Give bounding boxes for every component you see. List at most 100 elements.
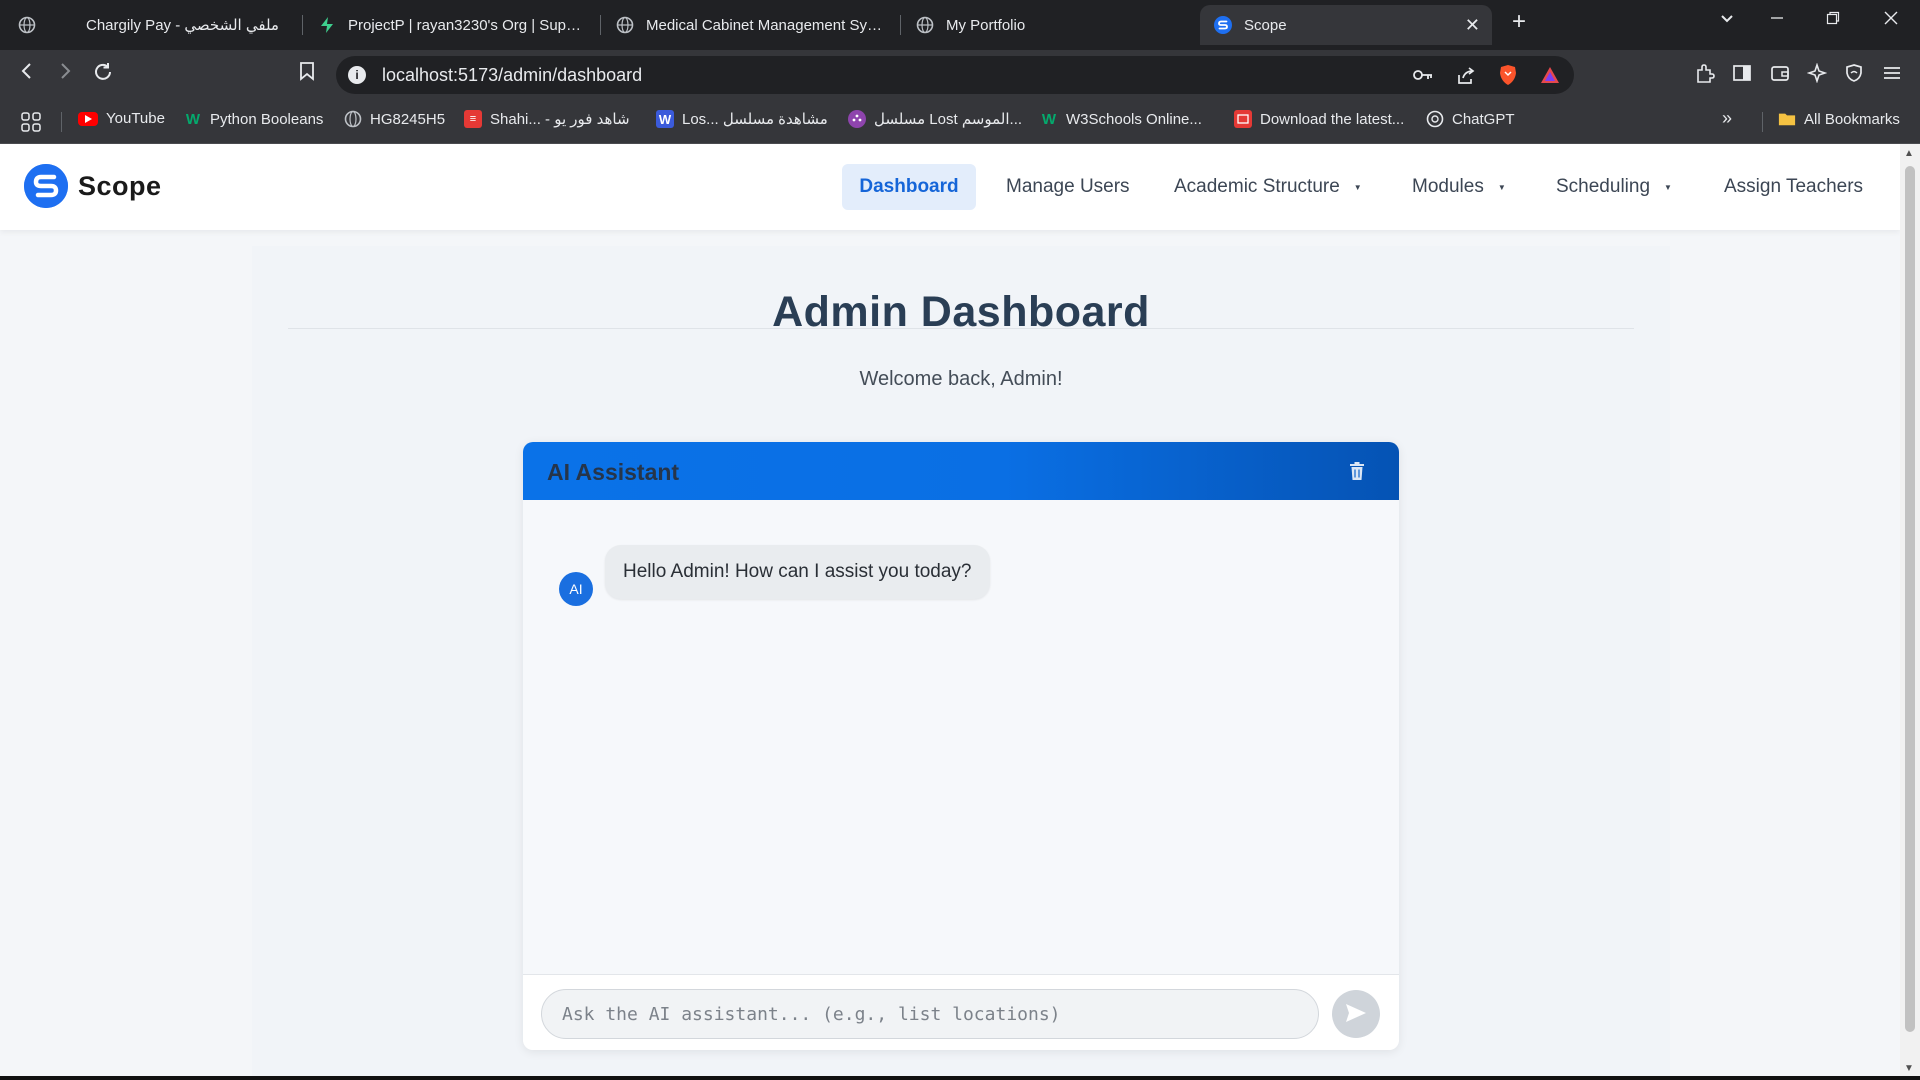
bookmark-lost-episode[interactable]: W Los... مشاهدة مسلسل <box>656 110 828 128</box>
clear-chat-button[interactable] <box>1349 461 1365 481</box>
extensions-icon[interactable] <box>1692 63 1718 91</box>
bookmark-hg8245h5[interactable]: HG8245H5 <box>344 110 445 128</box>
page-title: Admin Dashboard <box>772 288 1150 336</box>
bookmark-shahid[interactable]: ≡ Shahi... - شاهد فور يو <box>464 110 630 128</box>
scroll-down-icon[interactable]: ▼ <box>1904 1063 1914 1074</box>
nav-manage-users[interactable]: Manage Users <box>986 164 1150 210</box>
scrollbar-thumb[interactable] <box>1905 166 1915 1032</box>
reload-icon[interactable] <box>88 61 118 89</box>
nav-modules[interactable]: Modules ▼ <box>1392 164 1526 210</box>
leo-ai-icon[interactable] <box>1804 62 1830 89</box>
w3schools-icon: W <box>185 110 201 128</box>
scroll-up-icon[interactable]: ▲ <box>1904 148 1914 159</box>
w-site-icon: W <box>656 110 674 128</box>
nav-scheduling[interactable]: Scheduling ▼ <box>1536 164 1692 210</box>
download-site-icon <box>1234 110 1252 128</box>
chat-message: AI Hello Admin! How can I assist you tod… <box>559 538 990 606</box>
bookmark-youtube[interactable]: YouTube <box>78 110 165 127</box>
share-icon[interactable] <box>1456 66 1476 91</box>
shahid-icon: ≡ <box>464 110 482 128</box>
globe-icon <box>616 16 634 34</box>
w3schools-icon: W <box>1041 110 1057 128</box>
tab-medical-cabinet[interactable]: Medical Cabinet Management System <box>616 5 888 45</box>
bookmark-label: ChatGPT <box>1452 110 1515 128</box>
trash-icon <box>1350 462 1364 480</box>
forward-icon[interactable] <box>50 61 80 87</box>
welcome-message: Welcome back, Admin! <box>859 368 1063 390</box>
password-key-icon[interactable] <box>1412 66 1434 89</box>
close-window-icon[interactable] <box>1876 10 1906 31</box>
bookmark-label: Shahi... - شاهد فور يو <box>490 111 630 128</box>
globe-icon <box>18 16 36 34</box>
omnibox[interactable]: i localhost:5173/admin/dashboard <box>336 56 1574 94</box>
nav-label: Assign Teachers <box>1724 176 1864 197</box>
bookmark-chatgpt[interactable]: ChatGPT <box>1426 110 1515 128</box>
bookmark-icon[interactable] <box>292 61 322 87</box>
bookmark-python-booleans[interactable]: W Python Booleans <box>184 110 324 128</box>
bookmarks-bar: YouTube W Python Booleans HG8245H5 ≡ Sha… <box>0 100 1920 144</box>
more-bookmarks-icon[interactable]: » <box>1722 108 1732 129</box>
nav-label: Modules <box>1412 176 1484 197</box>
nav-academic-structure[interactable]: Academic Structure ▼ <box>1154 164 1382 210</box>
ai-avatar: AI <box>559 572 593 606</box>
send-icon <box>1346 1003 1366 1022</box>
wallet-icon[interactable] <box>1767 63 1793 89</box>
app-navbar: Scope Dashboard Manage Users Academic St… <box>0 144 1900 230</box>
apps-grid-icon[interactable] <box>20 111 42 133</box>
all-bookmarks-label: All Bookmarks <box>1804 110 1900 128</box>
caret-down-icon: ▼ <box>1353 182 1362 192</box>
brave-shield-icon[interactable] <box>1498 64 1518 91</box>
site-info-icon[interactable]: i <box>348 66 366 84</box>
bookmark-lost-season[interactable]: مسلسل Lost الموسم... <box>848 110 1022 128</box>
bookmark-w3schools[interactable]: W W3Schools Online... <box>1040 110 1202 128</box>
minimize-icon[interactable] <box>1762 10 1792 31</box>
tab-separator <box>900 15 901 35</box>
nav-dashboard[interactable]: Dashboard <box>842 164 976 210</box>
brand-logo[interactable]: Scope <box>24 164 162 208</box>
url-text[interactable]: localhost:5173/admin/dashboard <box>382 65 642 86</box>
nav-assign-teachers[interactable]: Assign Teachers <box>1704 164 1883 210</box>
restore-icon[interactable] <box>1818 10 1848 31</box>
bookmark-label: YouTube <box>106 110 165 127</box>
nav-label: Scheduling <box>1556 176 1651 197</box>
menu-icon[interactable] <box>1879 63 1905 89</box>
bookmark-label: Python Booleans <box>210 110 324 128</box>
bookmark-download[interactable]: Download the latest... <box>1234 110 1404 128</box>
globe-icon <box>916 16 934 34</box>
bookmarks-divider <box>61 112 62 132</box>
tab-label: My Portfolio <box>946 16 1026 34</box>
page-scrollbar[interactable]: ▲ ▼ <box>1900 144 1920 1076</box>
tab-scope[interactable]: Scope ✕ <box>1200 5 1492 45</box>
send-button[interactable] <box>1332 990 1380 1038</box>
bookmark-label: HG8245H5 <box>370 110 446 128</box>
back-icon[interactable] <box>12 61 42 87</box>
chat-input-bar <box>523 974 1399 1050</box>
chatgpt-icon <box>1426 110 1444 128</box>
folder-icon <box>1778 110 1796 128</box>
title-divider <box>288 328 1634 329</box>
tab-portfolio[interactable]: My Portfolio <box>916 5 1176 45</box>
vpn-icon[interactable] <box>1841 63 1867 89</box>
caret-down-icon: ▼ <box>1664 182 1672 192</box>
new-tab-icon[interactable]: + <box>1504 8 1534 36</box>
bookmark-label: W3Schools Online... <box>1066 110 1202 128</box>
brand-name: Scope <box>78 170 162 201</box>
chat-header: AI Assistant <box>523 442 1399 500</box>
dashboard-panel: Admin Dashboard Welcome back, Admin! AI … <box>252 246 1670 1076</box>
close-tab-icon[interactable]: ✕ <box>1465 15 1480 36</box>
bookmark-label: مسلسل Lost الموسم... <box>874 111 1023 128</box>
chat-input[interactable] <box>541 989 1319 1039</box>
bookmarks-divider <box>1762 112 1763 132</box>
bookmark-label: Los... مشاهدة مسلسل <box>682 111 828 128</box>
scope-logo-icon <box>1214 16 1232 34</box>
tab-search-chevron-icon[interactable] <box>1712 10 1742 31</box>
tab-chargily[interactable]: Chargily Pay - ملفي الشخصي <box>18 5 290 45</box>
tab-supabase[interactable]: ProjectP | rayan3230's Org | Supabase <box>318 5 588 45</box>
brave-rewards-icon[interactable] <box>1540 66 1560 89</box>
sidebar-icon[interactable] <box>1729 63 1755 89</box>
all-bookmarks[interactable]: All Bookmarks <box>1778 110 1900 128</box>
bookmark-label: Download the latest... <box>1260 110 1405 128</box>
tab-label: Medical Cabinet Management System <box>646 16 884 34</box>
nav-label: Manage Users <box>1006 176 1130 197</box>
tab-label: Scope <box>1244 16 1287 34</box>
